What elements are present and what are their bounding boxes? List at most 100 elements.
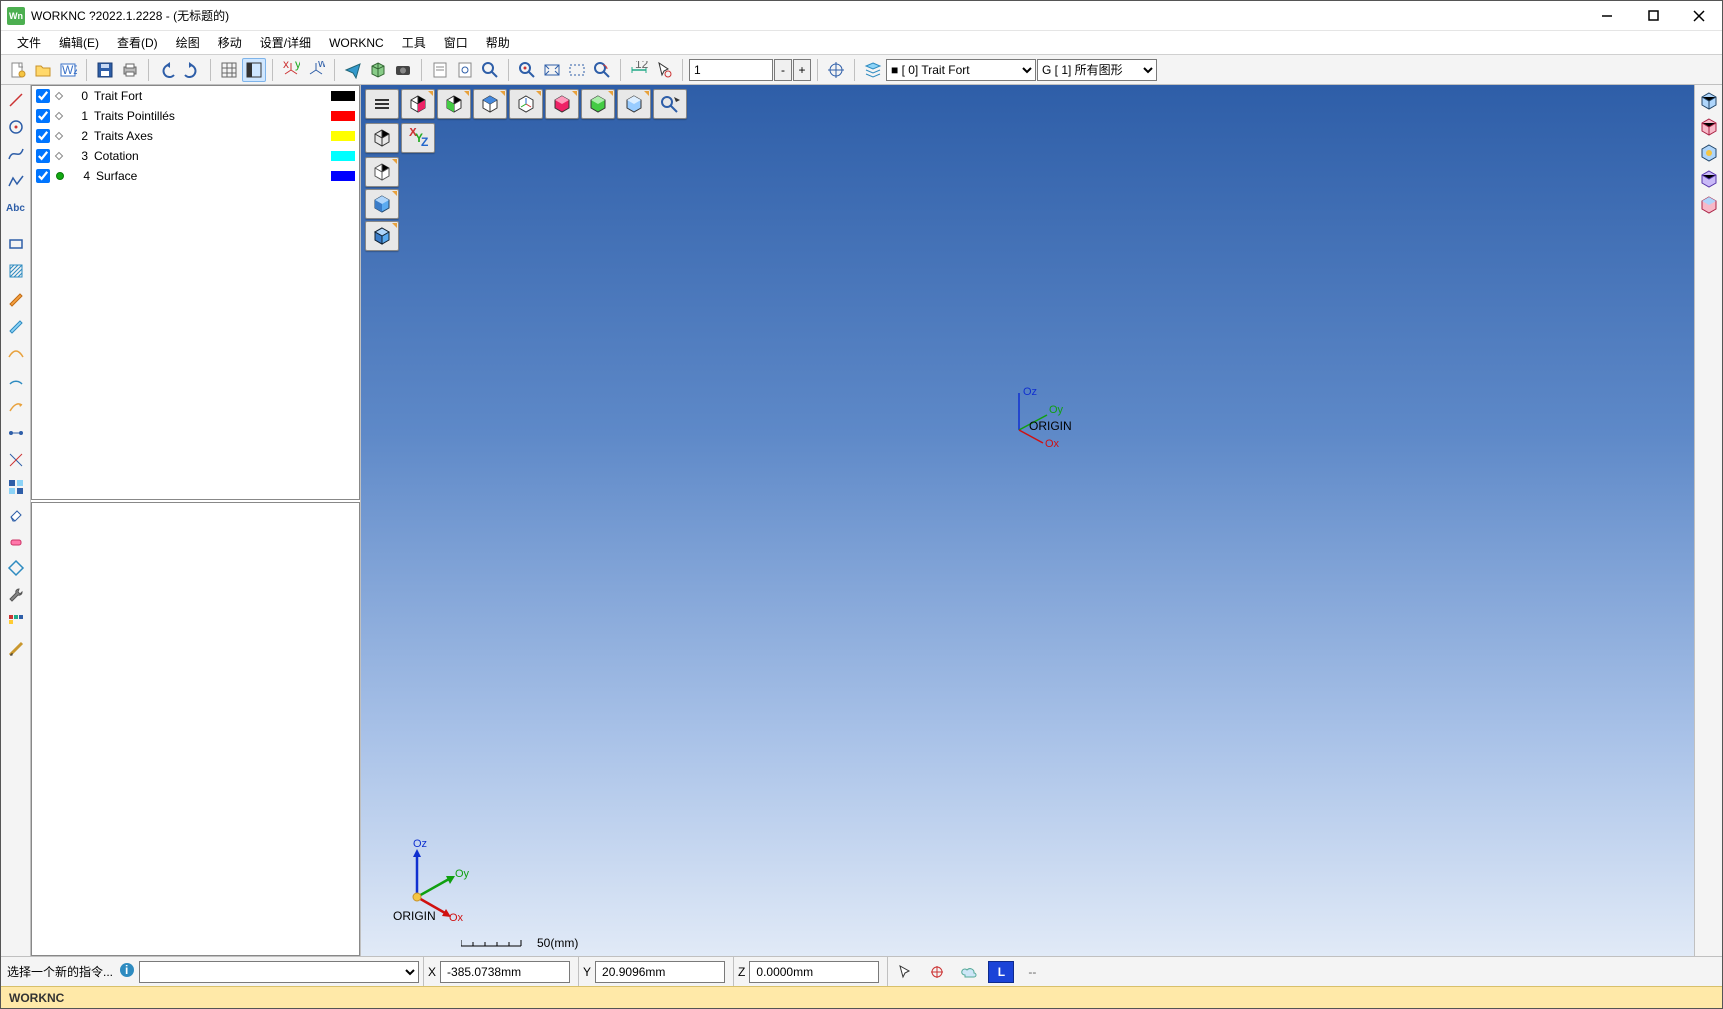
dim-button[interactable]: 12 [627,58,651,82]
menu-worknc[interactable]: WORKNC [321,34,392,52]
grid-button[interactable] [217,58,241,82]
z-coord-input[interactable] [749,961,879,983]
diamond-tool[interactable] [3,555,29,581]
axis-xy-button[interactable]: xy [279,58,303,82]
layer-color-swatch[interactable] [331,171,355,181]
right-cube5-icon[interactable] [1697,193,1721,217]
view-zoom-select[interactable] [653,89,687,119]
layer-visible-checkbox[interactable] [36,169,50,183]
redo-button[interactable] [180,58,204,82]
circle-tool[interactable] [3,114,29,140]
layer-row[interactable]: 3 Cotation [32,146,359,166]
hatch-tool[interactable] [3,258,29,284]
viewport[interactable]: XYZ Oz Oy Ox [361,85,1694,956]
save-button[interactable] [93,58,117,82]
scale-minus-button[interactable]: - [774,59,792,81]
new-file-button[interactable] [6,58,30,82]
erase-tool[interactable] [3,501,29,527]
layer-row[interactable]: 4 Surface [32,166,359,186]
undo-button[interactable] [155,58,179,82]
layer-row[interactable]: 1 Traits Pointillés [32,106,359,126]
view-xyz-button[interactable]: XYZ [401,123,435,153]
maximize-button[interactable] [1630,1,1676,31]
open-file-button[interactable] [31,58,55,82]
layer-visible-checkbox[interactable] [36,89,50,103]
zoom-button[interactable] [478,58,502,82]
menu-edit[interactable]: 编辑(E) [51,32,107,53]
view-shaded-edges[interactable] [365,221,399,251]
doc2-button[interactable] [453,58,477,82]
doc1-button[interactable] [428,58,452,82]
right-cube2-icon[interactable] [1697,115,1721,139]
menu-window[interactable]: 窗口 [436,32,476,53]
rect-tool[interactable] [3,231,29,257]
zoom-prev-button[interactable] [590,58,614,82]
zoom-target-button[interactable] [515,58,539,82]
menu-settings[interactable]: 设置/详细 [252,32,319,53]
group-combo[interactable]: G [ 1] 所有图形 [1037,59,1157,81]
L-mode-button[interactable]: L [988,961,1014,983]
layer-color-swatch[interactable] [331,91,355,101]
eraser-tool[interactable] [3,528,29,554]
cloud-mode-button[interactable] [956,961,982,983]
camera-button[interactable] [391,58,415,82]
view-menu-button[interactable] [365,89,399,119]
scale-plus-button[interactable]: + [793,59,811,81]
zoom-fit-button[interactable] [540,58,564,82]
wz-button[interactable]: WZ [56,58,80,82]
y-coord-input[interactable] [595,961,725,983]
menu-tools[interactable]: 工具 [394,32,434,53]
grid-icon[interactable] [3,474,29,500]
view-iso-red[interactable] [401,89,435,119]
menu-file[interactable]: 文件 [9,32,49,53]
right-cube4-icon[interactable] [1697,167,1721,191]
right-cube3-icon[interactable] [1697,141,1721,165]
draft-tool[interactable] [3,636,29,662]
shaded-cube-button[interactable] [366,58,390,82]
layer-row[interactable]: 2 Traits Axes [32,126,359,146]
print-button[interactable] [118,58,142,82]
command-combo[interactable] [139,961,419,983]
menu-help[interactable]: 帮助 [478,32,518,53]
panel-toggle-button[interactable] [242,58,266,82]
polyline-tool[interactable] [3,168,29,194]
right-cube1-icon[interactable] [1697,89,1721,113]
view-wire-cube[interactable] [365,123,399,153]
view-iso-blue[interactable] [473,89,507,119]
view-iso-blue2[interactable] [617,89,651,119]
snap-mode-button[interactable] [924,961,950,983]
view-iso-axes[interactable] [509,89,543,119]
layer-visible-checkbox[interactable] [36,149,50,163]
layer-row[interactable]: 0 Trait Fort [32,86,359,106]
layer-color-swatch[interactable] [331,111,355,121]
text-tool[interactable]: Abc [3,195,29,221]
zoom-dash-button[interactable] [565,58,589,82]
layer-visible-checkbox[interactable] [36,129,50,143]
layers-icon[interactable] [861,58,885,82]
scale-input[interactable] [689,59,773,81]
close-button[interactable] [1676,1,1722,31]
cursor-mode-button[interactable] [892,961,918,983]
wrench-tool[interactable] [3,582,29,608]
pick-button[interactable] [652,58,676,82]
view-iso-green2[interactable] [581,89,615,119]
colors-tool[interactable] [3,609,29,635]
line-tool[interactable] [3,87,29,113]
layer-color-swatch[interactable] [331,131,355,141]
curve-tool[interactable] [3,339,29,365]
brush1-tool[interactable] [3,285,29,311]
view-wireframe[interactable] [365,157,399,187]
view-iso-red2[interactable] [545,89,579,119]
brush2-tool[interactable] [3,312,29,338]
intersect-tool[interactable] [3,447,29,473]
layer-combo[interactable]: ■ [ 0] Trait Fort [886,59,1036,81]
arc-tool[interactable] [3,366,29,392]
view-iso-green[interactable] [437,89,471,119]
menu-view[interactable]: 查看(D) [109,32,166,53]
point-tool[interactable] [3,420,29,446]
view-shaded[interactable] [365,189,399,219]
layer-color-swatch[interactable] [331,151,355,161]
snap-center-button[interactable] [824,58,848,82]
menu-move[interactable]: 移动 [210,32,250,53]
menu-draw[interactable]: 绘图 [168,32,208,53]
